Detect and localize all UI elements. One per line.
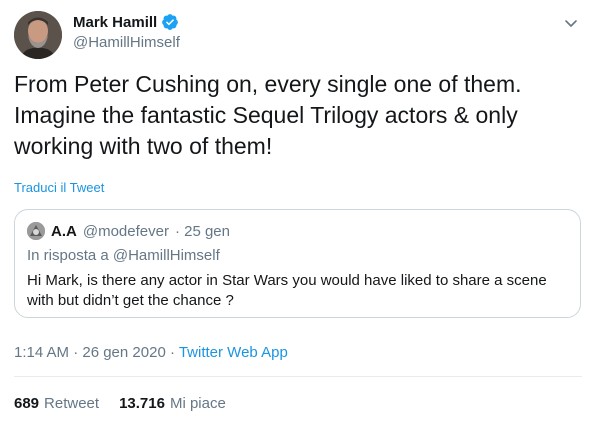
quoted-author-avatar (27, 222, 45, 240)
retweets-count: 689 (14, 395, 40, 412)
verified-badge-icon (161, 13, 179, 31)
divider (14, 376, 582, 377)
author-name-row: Mark Hamill (73, 13, 179, 31)
tweet-card: Mark Hamill @HamillHimself From Peter Cu… (0, 0, 596, 422)
tweet-text: From Peter Cushing on, every single one … (14, 71, 522, 159)
likes-stat[interactable]: 13.716 Mi piace (119, 395, 226, 412)
tweet-timestamp-row: 1:14 AM · 26 gen 2020 · Twitter Web App (14, 344, 288, 361)
tweet-source-link[interactable]: Twitter Web App (179, 344, 288, 361)
tweet-timestamp[interactable]: 1:14 AM · 26 gen 2020 · (14, 344, 179, 361)
retweets-stat[interactable]: 689 Retweet (14, 395, 99, 412)
author-avatar[interactable] (14, 11, 62, 59)
author-display-name[interactable]: Mark Hamill (73, 14, 157, 31)
translate-tweet-link[interactable]: Traduci il Tweet (14, 180, 104, 195)
retweets-label: Retweet (44, 395, 100, 412)
tweet-stats: 689 Retweet 13.716 Mi piace (14, 395, 226, 412)
quoted-tweet-date: · 25 gen (174, 222, 230, 240)
quoted-tweet-header: A.A @modefever · 25 gen (27, 222, 230, 240)
quoted-author-display-name: A.A (51, 222, 77, 240)
quoted-tweet-text: Hi Mark, is there any actor in Star Wars… (27, 272, 547, 309)
chevron-down-icon[interactable] (562, 14, 580, 32)
author-handle[interactable]: @HamillHimself (73, 34, 180, 51)
quoted-reply-to: In risposta a @HamillHimself (27, 247, 220, 264)
likes-count: 13.716 (119, 395, 165, 412)
likes-label: Mi piace (169, 395, 226, 412)
quoted-author-handle: @modefever (82, 222, 169, 240)
quoted-tweet[interactable]: A.A @modefever · 25 gen In risposta a @H… (14, 209, 581, 318)
